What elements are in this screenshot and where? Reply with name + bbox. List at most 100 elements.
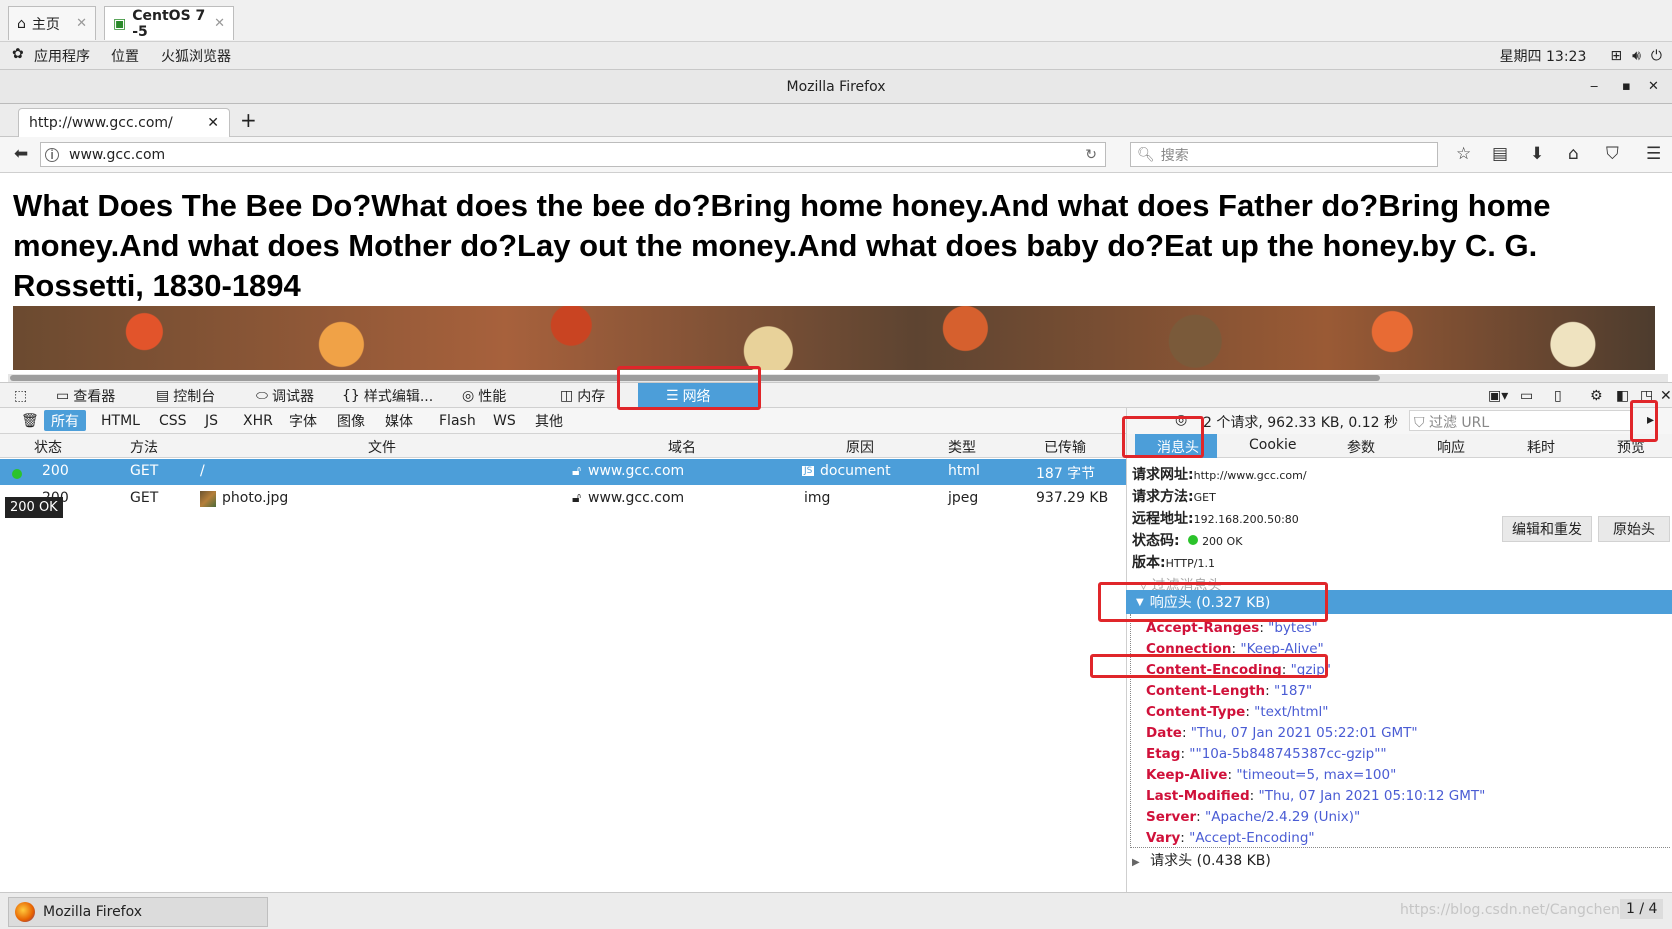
minimize-icon[interactable]: ‒ [1590, 70, 1598, 104]
network-icon[interactable]: ⊞ [1610, 48, 1622, 64]
device-icon[interactable]: ▯ [1554, 383, 1562, 408]
menu-places[interactable]: 位置 [111, 46, 139, 66]
tab-performance[interactable]: ◎ 性能 [462, 383, 506, 408]
page-photo [13, 306, 1655, 370]
raw-headers-button[interactable]: 原始头 [1598, 516, 1670, 542]
col-domain[interactable]: 域名 [668, 437, 696, 457]
close-tab-icon[interactable]: ✕ [207, 115, 219, 131]
dock-side-icon[interactable]: ◧ [1616, 383, 1629, 408]
cell-status: 200 [42, 463, 69, 479]
vm-tab-centos[interactable]: ▣ CentOS 7 -5 ✕ [104, 6, 234, 40]
clear-trash-icon[interactable]: 🗑︎ [14, 410, 46, 431]
request-headers-title: 请求头 (0.438 KB) [1150, 853, 1271, 869]
menu-firefox[interactable]: 火狐浏览器 [161, 46, 231, 66]
header-line: Etag: ""10a-5b848745387cc-gzip"" [1146, 746, 1387, 762]
tab-label: 内存 [577, 388, 606, 405]
menu-hamburger-icon[interactable]: ☰ [1646, 144, 1661, 164]
scratchpad-icon[interactable]: ▭ [1520, 383, 1533, 408]
vm-tab-label: 主页 [31, 16, 60, 33]
search-input[interactable]: 🔍︎ 搜索 [1130, 142, 1438, 167]
cell-transferred: 187 字节 [1036, 466, 1096, 482]
responsive-design-icon[interactable]: ▣▾ [1488, 383, 1508, 408]
horizontal-scrollbar[interactable] [8, 374, 1668, 382]
tab-console[interactable]: ▤ 控制台 [156, 383, 215, 408]
downloads-icon[interactable]: ⬇ [1530, 144, 1544, 164]
search-placeholder: 搜索 [1160, 147, 1189, 164]
tab-inspector[interactable]: ▭ 查看器 [56, 383, 115, 408]
window-titlebar: Mozilla Firefox ‒ ▪ ✕ [0, 70, 1672, 104]
close-devtools-icon[interactable]: ✕ [1660, 383, 1672, 408]
tab-params[interactable]: 参数 [1347, 437, 1375, 457]
header-line: Server: "Apache/2.4.29 (Unix)" [1146, 809, 1361, 825]
tab-label: 调试器 [271, 388, 314, 405]
filter-all[interactable]: 所有 [44, 410, 86, 431]
menu-applications[interactable]: 应用程序 [34, 46, 90, 66]
close-icon[interactable]: ✕ [76, 16, 87, 31]
filter-fonts[interactable]: 字体 [282, 410, 324, 431]
url-text[interactable]: www.gcc.com [69, 147, 165, 163]
col-type[interactable]: 类型 [948, 437, 976, 457]
tab-memory[interactable]: ◫ 内存 [560, 383, 605, 408]
tab-timings[interactable]: 耗时 [1527, 437, 1555, 457]
filter-js[interactable]: JS [198, 410, 225, 431]
value: 192.168.200.50:80 [1193, 513, 1299, 526]
filter-flash[interactable]: Flash [432, 410, 483, 431]
tab-cookie[interactable]: Cookie [1249, 437, 1297, 453]
browser-tab-strip: http://www.gcc.com/ ✕ + [0, 104, 1672, 137]
workspace-pager[interactable]: 1 / 4 [1620, 899, 1664, 919]
tab-response[interactable]: 响应 [1437, 437, 1465, 457]
browser-tab[interactable]: http://www.gcc.com/ ✕ [18, 108, 230, 137]
col-transferred[interactable]: 已传输 [1044, 437, 1086, 457]
filter-media[interactable]: 媒体 [378, 410, 420, 431]
power-icon[interactable]: ⏻ [1651, 48, 1662, 64]
clock[interactable]: 星期四 13:23 [1500, 46, 1587, 66]
cell-cause: img [804, 490, 831, 506]
filter-xhr[interactable]: XHR [236, 410, 280, 431]
page-content: What Does The Bee Do?What does the bee d… [0, 174, 1672, 374]
firefox-logo-icon [15, 902, 35, 922]
pocket-icon[interactable]: ⛉ [1606, 144, 1619, 164]
close-icon[interactable]: ✕ [214, 16, 225, 31]
general-version: 版本:HTTP/1.1 [1132, 552, 1215, 572]
close-window-icon[interactable]: ✕ [1648, 70, 1659, 104]
cell-cause: document [820, 463, 891, 479]
settings-gear-icon[interactable]: ⚙ [1590, 383, 1603, 408]
volume-icon[interactable]: 🔊︎ [1632, 48, 1641, 64]
cell-type: html [948, 463, 980, 479]
value: 200 OK [1202, 535, 1243, 548]
request-headers-toggle[interactable]: ▶ 请求头 (0.438 KB) [1132, 850, 1271, 870]
col-method[interactable]: 方法 [130, 437, 158, 457]
window-title: Mozilla Firefox [786, 79, 886, 95]
table-row[interactable]: 200 GET photo.jpg 🔓︎ www.gcc.com img jpe… [0, 486, 1126, 512]
bookmark-star-icon[interactable]: ☆ [1456, 144, 1471, 164]
filter-other[interactable]: 其他 [528, 410, 570, 431]
collapsed-triangle-icon: ▶ [1132, 857, 1140, 868]
console-icon: ▤ [156, 387, 170, 404]
edit-resend-button[interactable]: 编辑和重发 [1502, 516, 1592, 542]
filter-html[interactable]: HTML [94, 410, 147, 431]
vm-tab-home[interactable]: ⌂ 主页 ✕ [8, 6, 96, 40]
col-file[interactable]: 文件 [368, 437, 396, 457]
table-row[interactable]: 200 GET / 🔓︎ www.gcc.com JS document htm… [0, 459, 1126, 485]
filter-ws[interactable]: WS [486, 410, 523, 431]
reload-icon[interactable]: ↻ [1085, 147, 1097, 163]
home-button-icon[interactable]: ⌂ [1568, 144, 1579, 164]
element-picker-icon[interactable]: ⬚ [14, 383, 27, 408]
maximize-icon[interactable]: ▪ [1622, 70, 1631, 104]
bookmarks-library-icon[interactable]: ▤ [1492, 144, 1508, 164]
col-cause[interactable]: 原因 [846, 437, 874, 457]
header-line: Vary: "Accept-Encoding" [1146, 830, 1315, 846]
back-icon[interactable]: ⬅ [14, 144, 28, 164]
taskbar-item-firefox[interactable]: Mozilla Firefox [8, 897, 268, 927]
cell-file: / [200, 463, 205, 479]
new-tab-icon[interactable]: + [240, 108, 257, 132]
info-icon[interactable]: i [45, 147, 59, 162]
filter-images[interactable]: 图像 [330, 410, 372, 431]
url-filter-input[interactable]: ⛉ 过滤 URL [1409, 410, 1633, 431]
tab-style-editor[interactable]: {} 样式编辑... [342, 383, 433, 408]
tab-debugger[interactable]: ⬭ 调试器 [256, 383, 314, 408]
col-status[interactable]: 状态 [34, 437, 62, 457]
tab-label: 样式编辑... [363, 388, 434, 405]
filter-css[interactable]: CSS [152, 410, 194, 431]
url-bar[interactable]: i www.gcc.com ↻ [40, 142, 1106, 167]
